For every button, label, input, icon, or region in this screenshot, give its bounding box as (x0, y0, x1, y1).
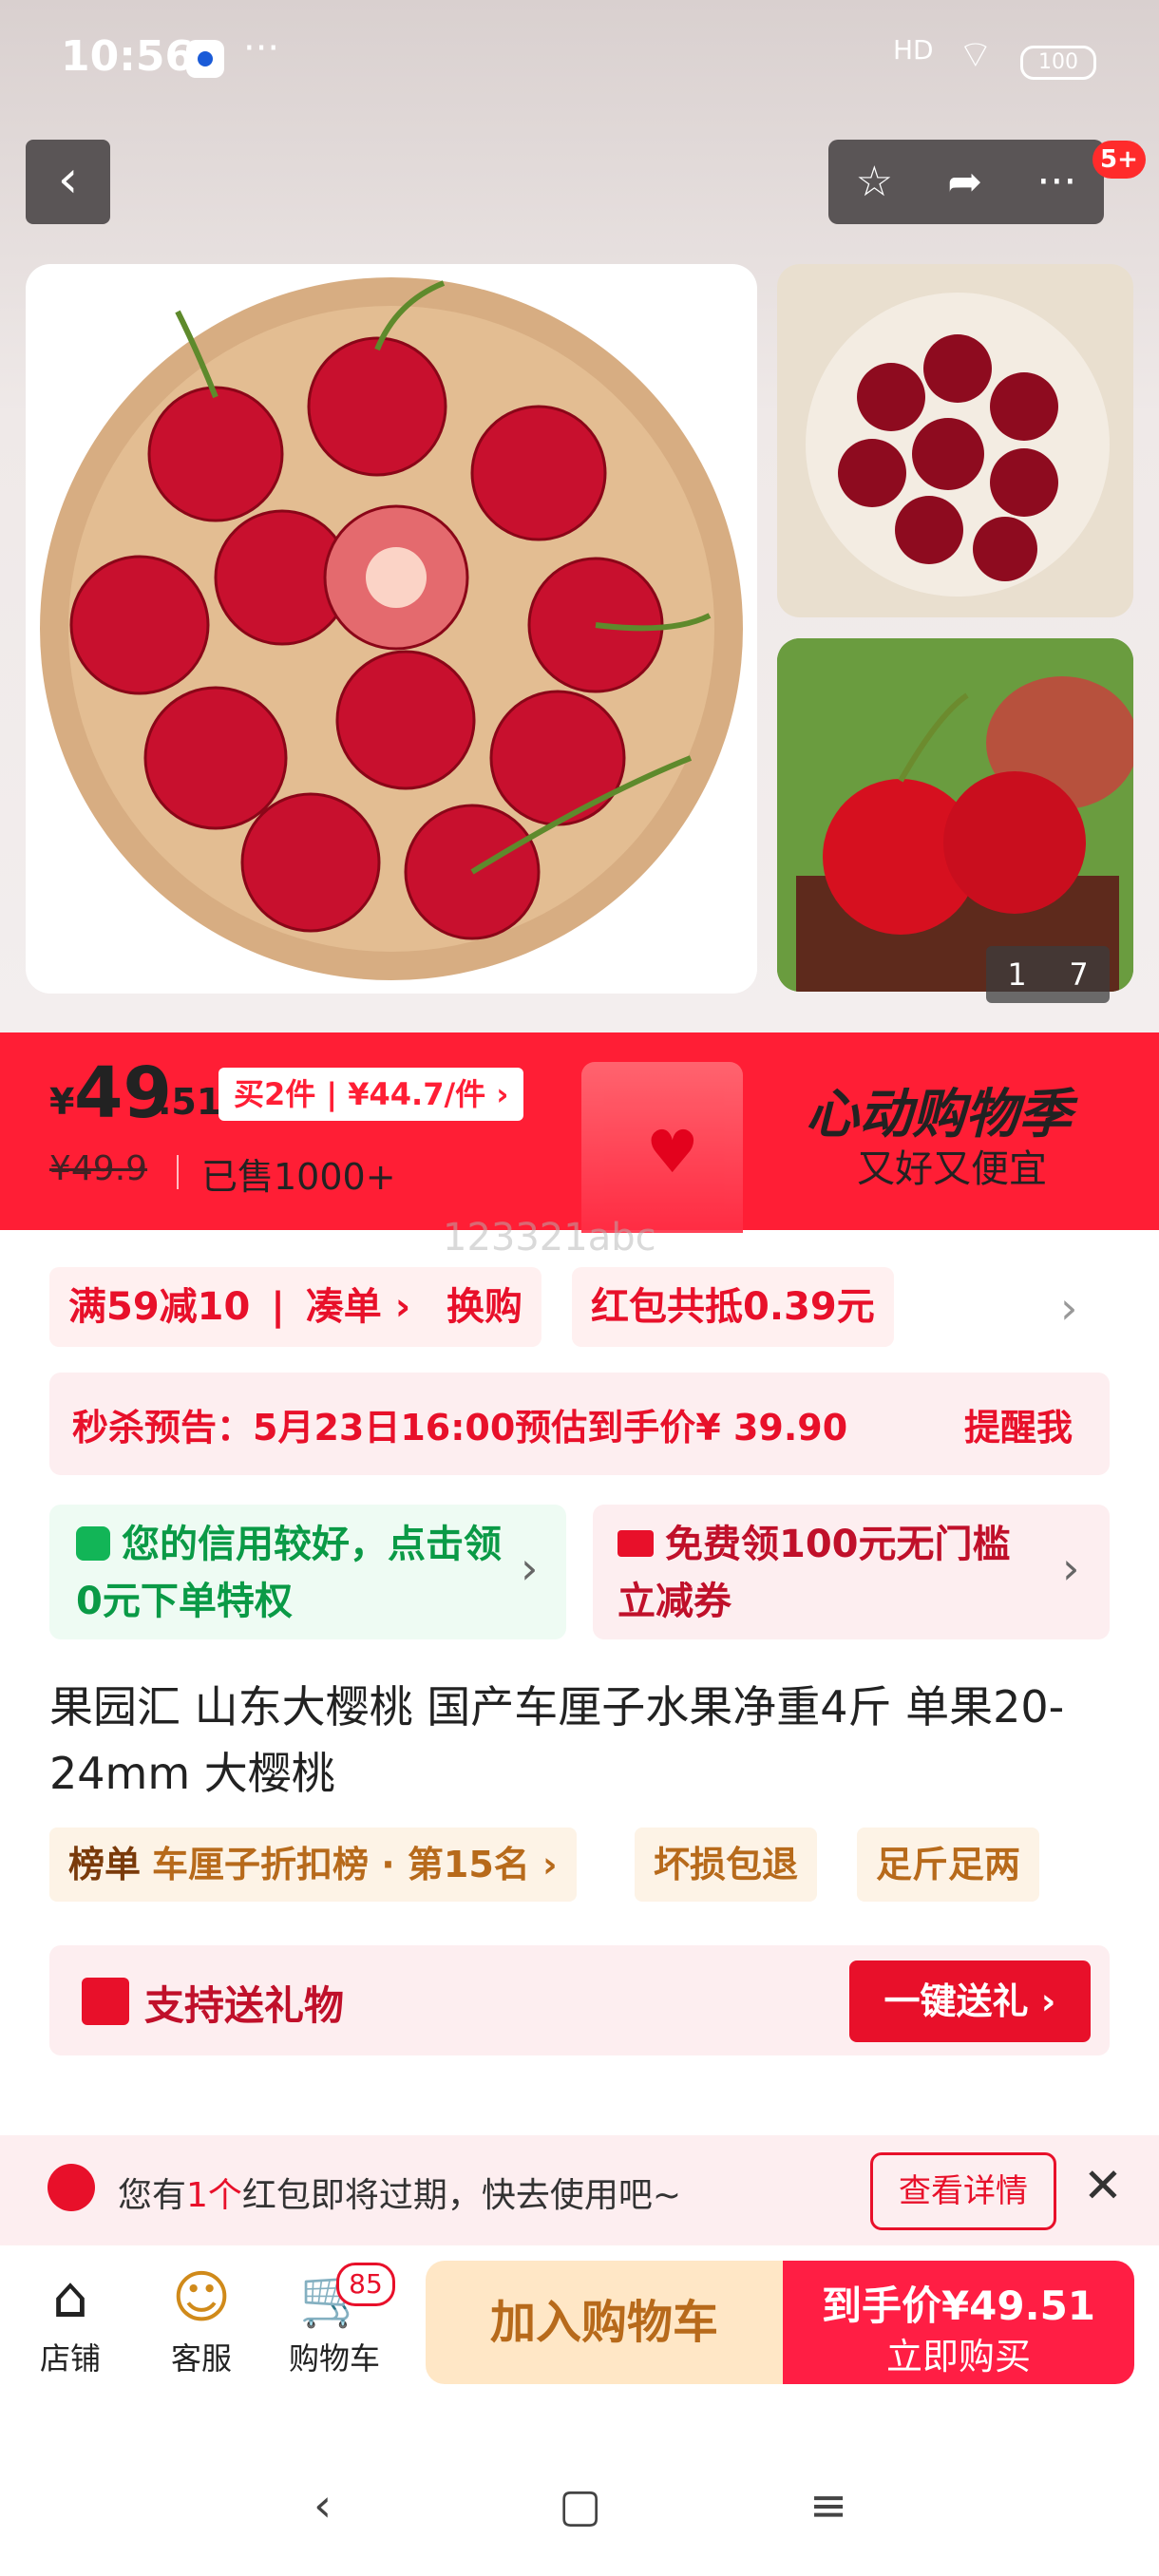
rank-tag[interactable]: 榜单 车厘子折扣榜 · 第15名 › (49, 1828, 577, 1902)
buy-price: 到手价¥49.51 (821, 2282, 1096, 2329)
cart-count-badge: 85 (336, 2263, 395, 2306)
wifi-icon: ⌔ (958, 33, 994, 77)
original-price: ¥49.9 (49, 1149, 148, 1188)
chevron-right-icon: › (521, 1543, 539, 1594)
divider (177, 1155, 179, 1189)
free-coupon-text: 免费领100元无门槛立减券 (618, 1523, 1011, 1623)
customer-service-icon: ☺ (171, 2264, 232, 2331)
gift-icon (82, 1978, 129, 2025)
gift-label: 支持送礼物 (144, 1982, 345, 2029)
cart-label: 购物车 (288, 2340, 380, 2377)
alert-text: 您有1个红包即将过期，快去使用吧~ (118, 2176, 682, 2215)
action-bar: ☆ ➦ ··· (828, 140, 1104, 224)
return-tag: 坏损包退 (635, 1828, 818, 1902)
signal-icon: HD (893, 34, 934, 66)
multi-buy-price-button[interactable]: 买2件 | ¥44.7/件 › (218, 1068, 524, 1121)
image-counter: 1 7 (986, 946, 1110, 1003)
price-currency: ¥ (49, 1081, 75, 1123)
add-to-cart-button[interactable]: 加入购物车 (426, 2261, 783, 2384)
shopping-bag-icon (581, 1062, 743, 1233)
promo-title: 心动购物季 (806, 1084, 1072, 1146)
credit-bag-icon (76, 1526, 110, 1561)
service-label: 客服 (170, 2340, 232, 2377)
more-options-icon[interactable]: ··· (1036, 158, 1076, 206)
coupon-combine-label: 凑单 › (305, 1285, 411, 1329)
main-product-image[interactable] (26, 264, 757, 994)
coupon-chip-redpacket[interactable]: 红包共抵0.39元 (572, 1267, 894, 1347)
promo-subtitle: 又好又便宜 (857, 1147, 1047, 1191)
service-tab[interactable]: ☺ 客服 (144, 2261, 258, 2378)
seckill-text: 秒杀预告：5月23日16:00预估到手价¥ 39.90 (72, 1407, 848, 1449)
coupon-discount-label: 满59减10 (68, 1285, 251, 1329)
buy-label: 立即购买 (885, 2336, 1031, 2377)
nav-menu-icon[interactable]: ≡ (809, 2479, 847, 2532)
close-icon[interactable]: ✕ (1083, 2158, 1123, 2213)
favorite-star-icon[interactable]: ☆ (856, 158, 893, 206)
rank-text: 车厘子折扣榜 · 第15名 › (152, 1844, 558, 1885)
chevron-right-icon[interactable]: › (1060, 1282, 1077, 1334)
message-badge: 5+ (1092, 141, 1146, 179)
app-notification-icon (186, 40, 224, 78)
store-icon: ⌂ (51, 2264, 89, 2331)
watermark: 123321abc (443, 1216, 656, 1260)
counter-current: 1 (1007, 957, 1027, 993)
status-time: 10:56 (61, 32, 195, 81)
chevron-right-icon: › (1062, 1543, 1080, 1594)
sold-count: 已售1000+ (201, 1156, 396, 1198)
buy-now-button[interactable]: 到手价¥49.51 立即购买 (783, 2261, 1134, 2384)
coupon-chip-exchange[interactable]: 换购 (428, 1267, 542, 1347)
product-title: 果园汇 山东大樱桃 国产车厘子水果净重4斤 单果20-24mm 大樱桃 (49, 1681, 1065, 1799)
side-product-image-1[interactable] (777, 264, 1133, 617)
price-decimal: .51 (158, 1081, 222, 1123)
coupon-chip-discount[interactable]: 满59减10 | 凑单 › (49, 1267, 446, 1347)
credit-privilege-text: 您的信用较好，点击领0元下单特权 (76, 1523, 502, 1623)
counter-total: 7 (1069, 957, 1089, 993)
battery-icon: 100 (1020, 46, 1096, 80)
nav-home-icon[interactable]: ▢ (559, 2479, 601, 2532)
coupon-card-icon (618, 1530, 654, 1557)
side-product-image-2[interactable] (777, 638, 1133, 992)
shop-label: 店铺 (39, 2340, 101, 2377)
clock-icon (48, 2164, 95, 2211)
shop-tab[interactable]: ⌂ 店铺 (13, 2261, 127, 2378)
remind-me-button[interactable]: 提醒我 (964, 1398, 1073, 1450)
back-button[interactable]: ‹ (26, 140, 110, 224)
view-details-button[interactable]: 查看详情 (870, 2152, 1056, 2230)
share-icon[interactable]: ➦ (947, 158, 982, 206)
rank-label: 榜单 (68, 1844, 142, 1885)
more-notifications-icon: ··· (243, 27, 280, 70)
weight-tag: 足斤足两 (857, 1828, 1040, 1902)
send-gift-button[interactable]: 一键送礼 › (849, 1960, 1091, 2042)
nav-back-icon[interactable]: ‹ (314, 2479, 332, 2532)
